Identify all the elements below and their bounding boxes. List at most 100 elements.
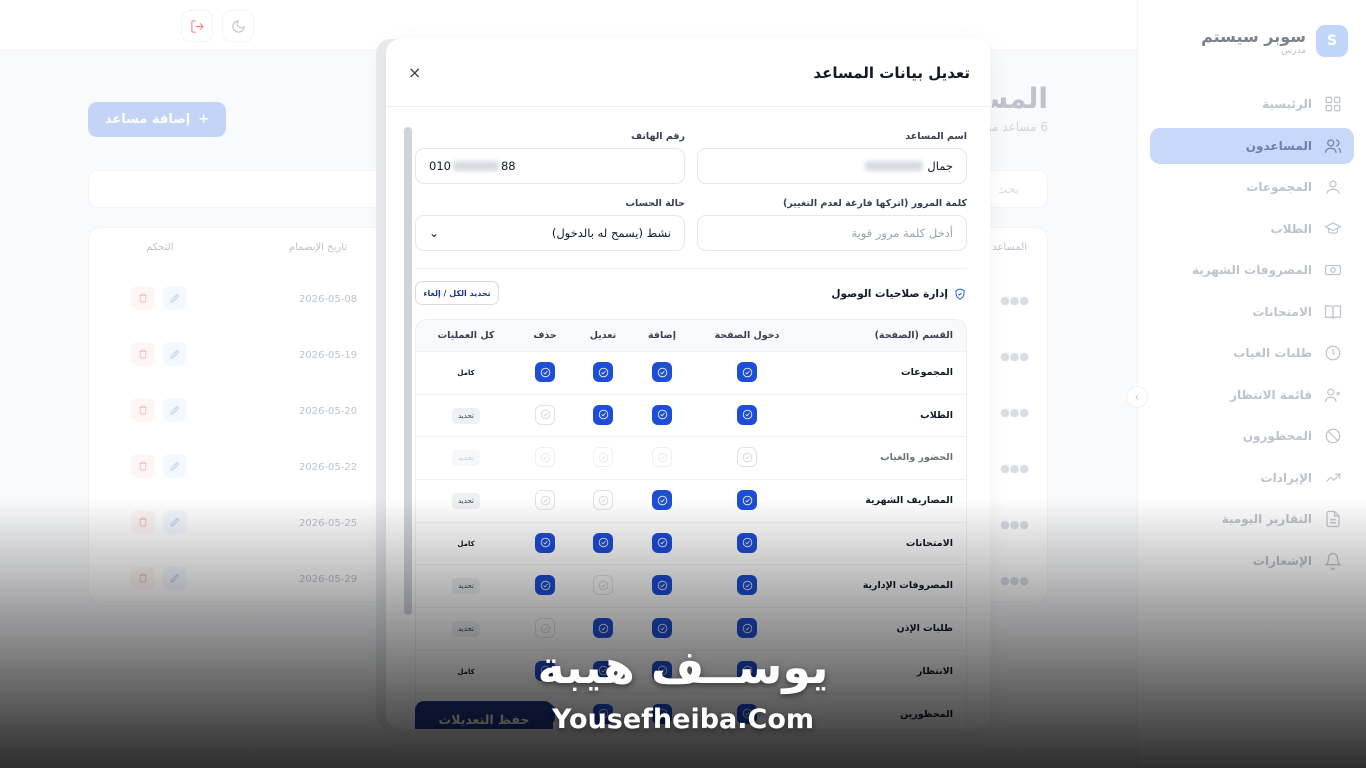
- permissions-title-text: إدارة صلاحيات الوصول: [831, 288, 948, 300]
- permission-all-button[interactable]: كامل: [451, 536, 480, 552]
- permission-row: المصروفات الإدارية تحديد: [416, 565, 966, 609]
- name-label: اسم المساعد: [905, 131, 967, 142]
- check-circle-icon: [742, 367, 752, 377]
- permission-delete-checkbox[interactable]: [535, 362, 555, 382]
- check-circle-icon: [598, 409, 608, 420]
- permissions-header-row: القسم (الصفحة) دخول الصفحة إضافة تعديل ح…: [416, 320, 966, 352]
- check-circle-icon: [742, 452, 752, 463]
- password-field-group: كلمة المرور (اتركها فارغة لعدم التغيير) …: [697, 198, 967, 251]
- check-circle-icon: [742, 623, 752, 633]
- permission-all-button[interactable]: تحديد: [452, 493, 480, 510]
- permission-add-checkbox[interactable]: [652, 362, 672, 382]
- close-icon[interactable]: ×: [408, 63, 421, 82]
- permission-all-button[interactable]: تحديد: [452, 450, 480, 467]
- check-circle-icon: [540, 623, 550, 633]
- permission-row: الامتحانات كامل: [416, 523, 966, 566]
- modal-title: تعديل بيانات المساعد: [813, 63, 970, 82]
- password-field[interactable]: أدخل كلمة مرور قوية: [697, 215, 967, 251]
- phone-suffix: 88: [500, 159, 516, 173]
- permission-edit-checkbox[interactable]: [593, 362, 613, 382]
- check-circle-icon: [657, 538, 667, 548]
- permission-access-checkbox[interactable]: [737, 532, 757, 553]
- permission-all-button[interactable]: تحديد: [452, 407, 480, 424]
- permission-add-checkbox: [652, 447, 672, 468]
- check-circle-icon: [540, 452, 550, 463]
- permission-section-name: طلبات الإذن: [896, 623, 953, 635]
- check-circle-icon: [540, 580, 550, 591]
- permission-row: المجموعات كامل: [416, 352, 966, 395]
- status-field-group: حالة الحساب نشط (يسمح له بالدخول) ⌄: [415, 198, 685, 251]
- permission-access-checkbox[interactable]: [737, 404, 757, 425]
- permission-section-name: الامتحانات: [905, 537, 953, 549]
- check-circle-icon: [742, 495, 752, 505]
- permission-add-checkbox[interactable]: [652, 618, 672, 639]
- phone-field-group: رقم الهاتف 010 88: [415, 131, 685, 184]
- permission-add-checkbox[interactable]: [652, 490, 672, 511]
- permission-all-button[interactable]: تحديد: [452, 621, 480, 638]
- permission-all-button[interactable]: كامل: [451, 365, 480, 381]
- check-circle-icon: [657, 580, 667, 591]
- permission-delete-checkbox[interactable]: [535, 490, 555, 511]
- phone-field[interactable]: 010 88: [415, 148, 685, 184]
- permission-access-checkbox[interactable]: [737, 575, 757, 596]
- permission-section-name: المصاريف الشهرية: [865, 495, 953, 507]
- permission-edit-checkbox[interactable]: [593, 575, 613, 596]
- check-circle-icon: [657, 623, 667, 633]
- check-circle-icon: [540, 495, 550, 505]
- check-circle-icon: [598, 495, 608, 505]
- permission-access-checkbox[interactable]: [737, 362, 757, 382]
- phone-label: رقم الهاتف: [631, 131, 685, 142]
- header-add: إضافة: [648, 330, 676, 341]
- check-circle-icon: [657, 452, 667, 463]
- header-section: القسم (الصفحة): [874, 330, 953, 341]
- check-circle-icon: [598, 452, 608, 463]
- check-circle-icon: [657, 367, 667, 377]
- check-circle-icon: [540, 538, 550, 548]
- permissions-title: إدارة صلاحيات الوصول: [831, 288, 966, 300]
- permission-access-checkbox[interactable]: [737, 490, 757, 511]
- permission-add-checkbox[interactable]: [652, 404, 672, 425]
- modal-scrollbar[interactable]: [404, 127, 412, 615]
- permission-edit-checkbox: [593, 447, 613, 468]
- account-status-select[interactable]: نشط (يسمح له بالدخول) ⌄: [415, 215, 685, 251]
- permission-all-button[interactable]: تحديد: [452, 578, 480, 595]
- permission-access-checkbox[interactable]: [737, 618, 757, 639]
- name-field[interactable]: جمال: [697, 148, 967, 184]
- permission-edit-checkbox[interactable]: [593, 490, 613, 511]
- password-placeholder: أدخل كلمة مرور قوية: [851, 226, 953, 240]
- permission-add-checkbox[interactable]: [652, 575, 672, 596]
- check-circle-icon: [598, 367, 608, 377]
- chevron-down-icon: ⌄: [429, 226, 440, 240]
- phone-redacted: [452, 161, 499, 171]
- header-delete: حذف: [533, 330, 557, 341]
- permission-add-checkbox[interactable]: [652, 532, 672, 553]
- permission-edit-checkbox[interactable]: [593, 532, 613, 553]
- check-circle-icon: [742, 580, 752, 591]
- check-circle-icon: [598, 623, 608, 633]
- permission-delete-checkbox[interactable]: [535, 404, 555, 425]
- name-value: جمال: [927, 159, 953, 173]
- permission-row: الطلاب تحديد: [416, 395, 966, 438]
- name-redacted: [865, 161, 924, 171]
- permission-section-name: المصروفات الإدارية: [862, 580, 953, 592]
- permission-delete-checkbox[interactable]: [535, 532, 555, 553]
- edit-assistant-modal: تعديل بيانات المساعد × اسم المساعد جمال …: [386, 39, 990, 729]
- check-circle-icon: [598, 538, 608, 548]
- divider: [415, 268, 967, 269]
- check-circle-icon: [657, 409, 667, 420]
- password-label: كلمة المرور (اتركها فارغة لعدم التغيير): [783, 198, 967, 209]
- permission-delete-checkbox[interactable]: [535, 575, 555, 596]
- shield-check-icon: [955, 288, 965, 300]
- permission-row: الحضور والغياب تحديد: [416, 437, 966, 481]
- check-circle-icon: [540, 409, 550, 420]
- toggle-all-button[interactable]: تحديد الكل / إلغاء: [415, 281, 499, 305]
- check-circle-icon: [540, 367, 550, 377]
- permission-edit-checkbox[interactable]: [593, 404, 613, 425]
- permission-access-checkbox[interactable]: [737, 447, 757, 468]
- permission-edit-checkbox[interactable]: [593, 618, 613, 639]
- header-edit: تعديل: [589, 330, 617, 341]
- watermark-arabic: يوســف هيبة: [537, 640, 829, 694]
- permission-section-name: الطلاب: [920, 409, 953, 421]
- permission-delete-checkbox[interactable]: [535, 618, 555, 639]
- watermark-english: Yousefheiba.Com: [551, 704, 815, 735]
